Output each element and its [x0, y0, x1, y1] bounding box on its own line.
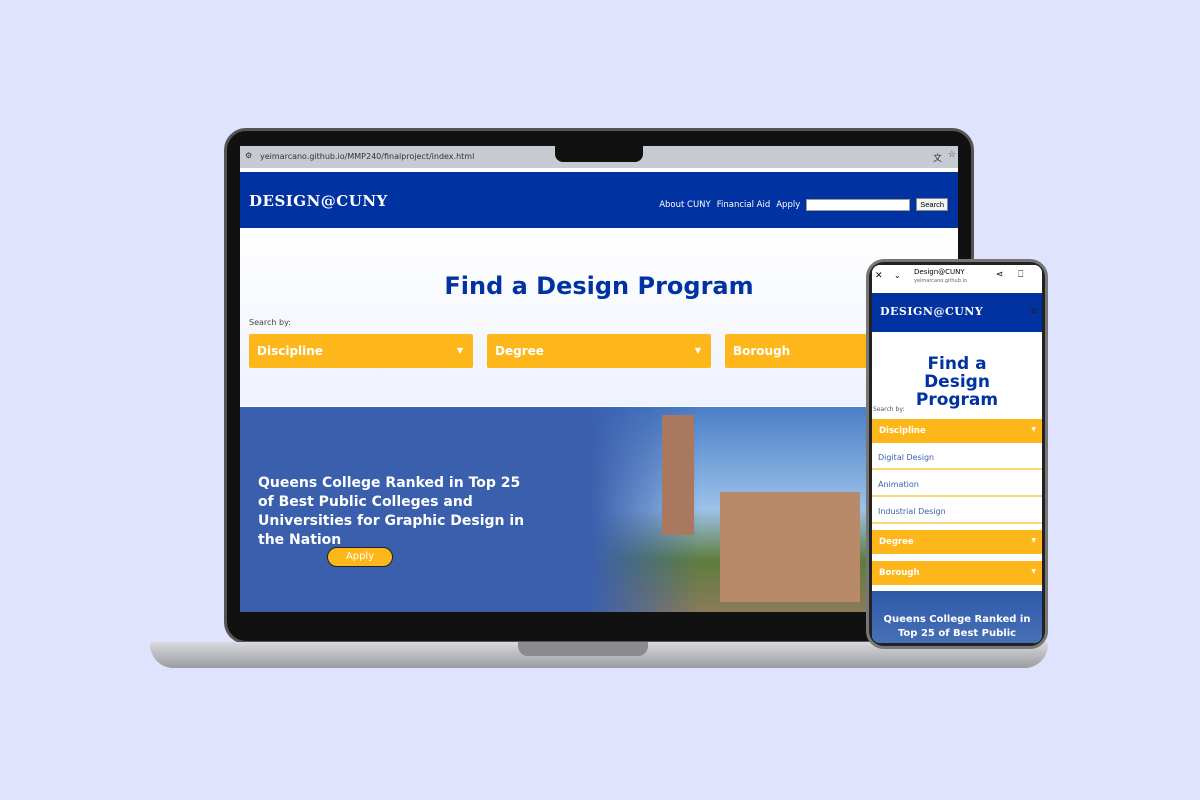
search-input[interactable] — [806, 198, 911, 211]
tab-title: Design@CUNY — [914, 268, 965, 276]
caret-down-icon: ▼ — [694, 346, 701, 355]
search-by-label: Search by: — [249, 318, 291, 327]
domain-text: yeimarcano.github.io — [914, 278, 967, 284]
option-industrial-design[interactable]: Industrial Design — [872, 498, 1042, 524]
mobile-banner: Queens College Ranked in Top 25 of Best … — [872, 591, 1042, 643]
mobile-header: DESIGN@CUNY ≡ — [872, 293, 1042, 332]
search-button[interactable]: Search — [916, 198, 948, 211]
mobile-degree-dropdown[interactable]: Degree ▼ — [872, 530, 1042, 554]
mobile-banner-headline: Queens College Ranked in Top 25 of Best … — [883, 614, 1031, 639]
bookmark-icon[interactable]: ⎕ — [1018, 270, 1023, 280]
mobile-browser-bar: ✕ ⌄ Design@CUNY yeimarcano.github.io ⋖ ⎕ — [872, 265, 1042, 291]
site-settings-icon[interactable]: ⚙ — [245, 151, 252, 160]
main-nav: About CUNY Financial Aid Apply Search — [659, 198, 948, 211]
share-icon[interactable]: ⋖ — [996, 270, 1004, 280]
page-title: Find a Design Program — [444, 272, 754, 300]
mobile-search-by: Search by: — [873, 406, 905, 413]
site-logo[interactable]: DESIGN@CUNY — [249, 192, 388, 210]
building — [720, 492, 860, 602]
close-icon[interactable]: ✕ — [875, 271, 883, 281]
clock-tower — [662, 415, 694, 535]
discipline-dropdown[interactable]: Discipline ▼ — [249, 334, 473, 368]
chevron-down-icon[interactable]: ⌄ — [894, 271, 901, 280]
url-text[interactable]: yeimarcano.github.io/MMP240/finalproject… — [260, 152, 474, 161]
hero-section: Find a Design Program Search by: Discipl… — [240, 228, 958, 406]
laptop-screen: ⚙ yeimarcano.github.io/MMP240/finalproje… — [240, 146, 958, 612]
nav-financial-aid[interactable]: Financial Aid — [717, 200, 771, 210]
nav-about-cuny[interactable]: About CUNY — [659, 200, 711, 210]
bookmark-star-icon[interactable]: ☆ — [948, 150, 956, 160]
nav-apply[interactable]: Apply — [776, 200, 800, 210]
banner-headline: Queens College Ranked in Top 25 of Best … — [258, 475, 525, 548]
caret-down-icon: ▼ — [456, 346, 463, 355]
mobile-logo[interactable]: DESIGN@CUNY — [880, 305, 983, 318]
camera-notch — [555, 144, 643, 162]
option-digital-design[interactable]: Digital Design — [872, 444, 1042, 470]
phone-screen: ✕ ⌄ Design@CUNY yeimarcano.github.io ⋖ ⎕… — [872, 265, 1042, 643]
hamburger-menu-icon[interactable]: ≡ — [1030, 306, 1038, 317]
degree-dropdown[interactable]: Degree ▼ — [487, 334, 711, 368]
mobile-borough-dropdown[interactable]: Borough ▼ — [872, 561, 1042, 585]
mobile-page-title: Find a Design Program — [915, 354, 999, 410]
site-header: DESIGN@CUNY About CUNY Financial Aid App… — [240, 172, 958, 228]
laptop-groove — [518, 642, 648, 656]
option-animation[interactable]: Animation — [872, 471, 1042, 497]
apply-button[interactable]: Apply — [327, 547, 393, 567]
promo-banner: Queens College Ranked in Top 25 of Best … — [240, 407, 958, 612]
mobile-discipline-dropdown[interactable]: Discipline ▼ — [872, 419, 1042, 443]
translate-icon[interactable]: 文 — [933, 151, 942, 164]
